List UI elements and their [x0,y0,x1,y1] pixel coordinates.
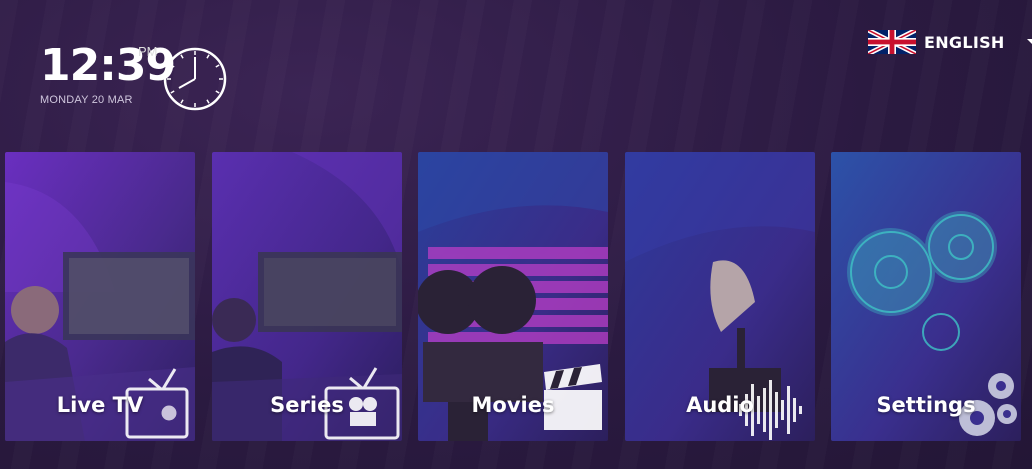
digital-clock: 12:39 PM MONDAY 20 MAR [40,44,176,107]
tile-audio[interactable]: Audio [625,152,815,441]
language-selector[interactable]: ENGLISH [868,30,1032,54]
tile-settings[interactable]: Settings [831,152,1021,441]
tile-label: Audio [686,393,754,417]
clock-date: MONDAY 20 MAR [40,94,133,106]
chevron-down-icon [1026,39,1032,45]
tile-movies[interactable]: Movies [418,152,608,441]
clock-ampm: PM [138,44,158,59]
tile-label: Settings [876,393,976,417]
analog-clock-icon [163,47,227,111]
uk-flag-icon [868,30,916,54]
tile-live-tv[interactable]: Live TV [5,152,195,441]
tile-series[interactable]: Series [212,152,402,441]
tile-label: Series [270,393,344,417]
language-label: ENGLISH [924,32,1005,52]
tile-label: Live TV [56,393,144,417]
tile-label: Movies [471,393,555,417]
